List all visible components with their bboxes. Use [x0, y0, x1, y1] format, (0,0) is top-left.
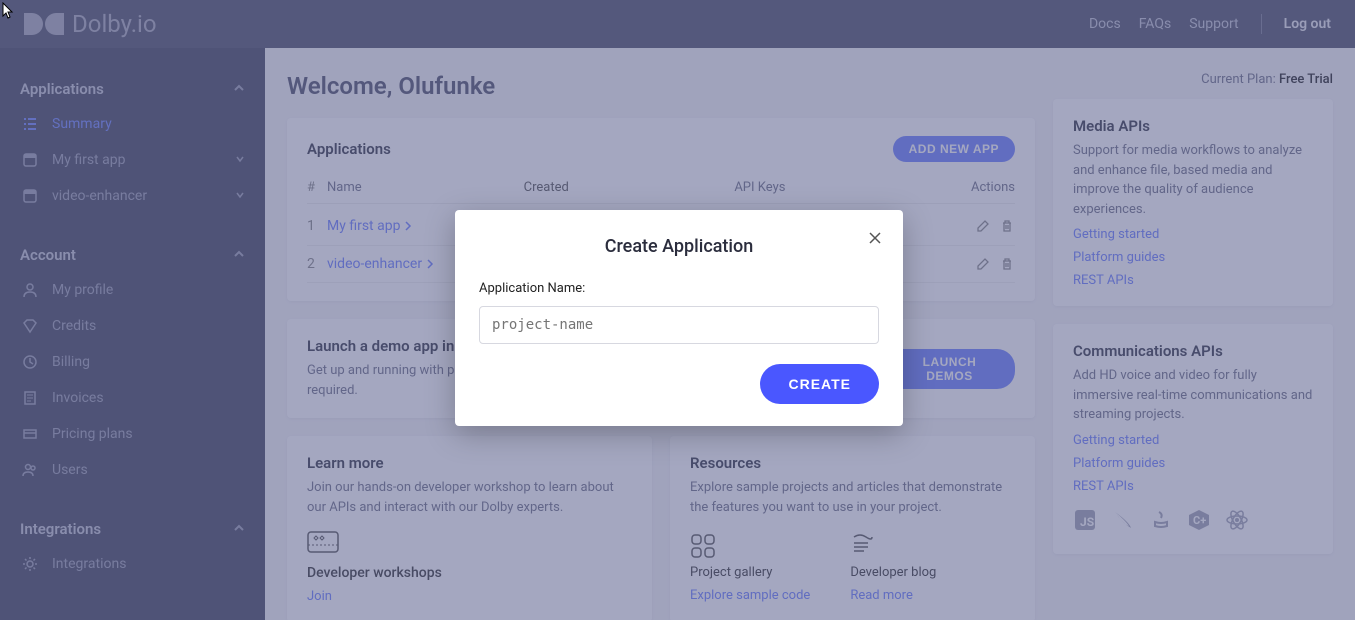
- close-icon[interactable]: [867, 230, 883, 250]
- modal-title: Create Application: [479, 236, 879, 257]
- application-name-input[interactable]: [479, 306, 879, 344]
- application-name-label: Application Name:: [479, 281, 879, 296]
- create-button[interactable]: CREATE: [760, 364, 879, 404]
- create-application-modal: Create Application Application Name: CRE…: [455, 210, 903, 426]
